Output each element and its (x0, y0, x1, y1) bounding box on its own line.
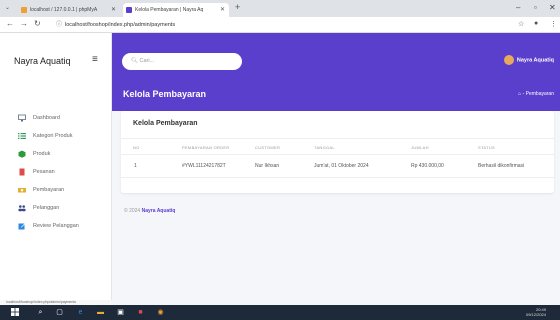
sidebar-item-label: Review Pelanggan (33, 223, 79, 229)
column-header-order: PEMBAYARAN ORDER (182, 145, 230, 150)
sidebar-item-label: Dashboard (33, 115, 60, 121)
payments-card: Kelola Pembayaran NO PEMBAYARAN ORDER CU… (121, 111, 554, 193)
sidebar-item-dashboard[interactable]: Dashboard (0, 110, 112, 128)
browser-tab-kelola-pembayaran[interactable]: Kelola Pembayaran | Nayra Aq ✕ (123, 3, 229, 17)
site-favicon-icon (126, 7, 132, 13)
breadcrumb-current: Pembayaran (525, 91, 554, 97)
home-icon[interactable]: ⌂ (518, 91, 521, 97)
sidebar-item-label: Pelanggan (33, 205, 60, 211)
browser-menu-icon[interactable]: ⋮ (550, 20, 557, 28)
app-icon[interactable]: ■ (136, 308, 145, 317)
reload-icon[interactable]: ↻ (34, 19, 41, 28)
cell-date: Jum'at, 01 Oktober 2024 (314, 163, 369, 169)
breadcrumb: ⌂ - Pembayaran (518, 91, 554, 97)
sidebar-item-label: Kategori Produk (33, 133, 73, 139)
cell-customer: Nur Ikhsan (255, 163, 280, 169)
os-taskbar: ⌕ ▢ e ▬ ▣ ■ ◉ 20:49 09/12/2024 (0, 305, 560, 320)
page-header: Kelola Pembayaran ⌂ - Pembayaran (112, 77, 560, 111)
footer-brand-link[interactable]: Nayra Aquatiq (142, 208, 176, 214)
hamburger-menu-icon[interactable]: ≡ (92, 54, 98, 65)
sidebar-item-kategori-produk[interactable]: Kategori Produk (0, 128, 112, 146)
file-explorer-icon[interactable]: ▬ (96, 308, 105, 317)
top-navbar: 🔍︎ Cari... Nayra Aquatiq (112, 33, 560, 77)
back-icon[interactable]: ← (6, 19, 14, 28)
close-window-icon[interactable]: ✕ (549, 3, 556, 12)
tab-menu-icon[interactable]: ⌄ (5, 4, 10, 11)
user-name: Nayra Aquatiq (516, 57, 554, 64)
site-info-icon[interactable]: ⓘ (56, 22, 62, 28)
bookmark-star-icon[interactable]: ☆ (518, 20, 524, 28)
column-header-customer: CUSTOMER (255, 145, 281, 150)
sidebar-item-label: Pembayaran (33, 187, 65, 193)
browser-tab-strip: ⌄ localhost / 127.0.0.1 | phpMyA ✕ Kelol… (0, 0, 560, 17)
clock-date: 09/12/2024 (525, 312, 546, 317)
sidebar-item-pembayaran[interactable]: Pembayaran (0, 182, 112, 200)
page-title: Kelola Pembayaran (123, 89, 207, 99)
app-icon[interactable]: ▣ (116, 308, 125, 317)
box-icon (18, 150, 26, 158)
profile-icon[interactable]: ● (534, 20, 538, 27)
sidebar-item-produk[interactable]: Produk (0, 146, 112, 164)
tab-label: localhost / 127.0.0.1 | phpMyA (30, 7, 98, 13)
forward-icon[interactable]: → (20, 19, 28, 28)
edge-icon[interactable]: e (76, 308, 85, 317)
column-header-status: STATUS (478, 145, 495, 150)
money-icon (18, 186, 26, 194)
cell-no: 1 (134, 163, 137, 169)
minimize-icon[interactable]: – (516, 3, 520, 12)
divider (121, 154, 554, 155)
windows-start-icon[interactable] (10, 308, 19, 317)
edit-icon (18, 222, 26, 230)
monitor-icon (18, 114, 26, 122)
close-tab-icon[interactable]: ✕ (111, 3, 116, 17)
cell-status: Berhasil dikonfirmasi (478, 163, 525, 169)
tab-label: Kelola Pembayaran | Nayra Aq (135, 7, 204, 13)
column-header-no: NO (133, 145, 140, 150)
users-icon (18, 204, 26, 212)
sidebar-item-review-pelanggan[interactable]: Review Pelanggan (0, 218, 112, 236)
url-text: localhost/fooshop/index.php/admin/paymen… (65, 22, 176, 28)
list-icon (18, 132, 26, 140)
system-tray[interactable]: 20:49 09/12/2024 (526, 307, 546, 317)
close-tab-icon[interactable]: ✕ (220, 3, 225, 17)
sidebar-item-label: Pesanan (33, 169, 55, 175)
sidebar-item-label: Produk (33, 151, 51, 157)
phpmyadmin-favicon-icon (21, 7, 27, 13)
search-icon[interactable]: ⌕ (36, 308, 45, 317)
cell-order: #YWL1112421782T (182, 163, 226, 169)
task-view-icon[interactable]: ▢ (55, 308, 64, 317)
copyright: © 2024 (124, 208, 141, 214)
column-header-date: TANGGAL (314, 145, 335, 150)
sidebar: Nayra Aquatiq ≡ Dashboard Kategori Produ… (0, 33, 112, 303)
url-field[interactable]: ⓘ localhost/fooshop/index.php/admin/payme… (56, 19, 476, 31)
user-menu[interactable]: Nayra Aquatiq (503, 55, 554, 65)
cell-amount: Rp 430.000,00 (411, 163, 444, 169)
new-tab-icon[interactable]: + (235, 2, 240, 12)
chrome-icon[interactable]: ◉ (156, 308, 165, 317)
search-icon: 🔍︎ (131, 58, 138, 64)
search-input[interactable]: 🔍︎ Cari... (122, 53, 242, 70)
address-bar: ← → ↻ ⓘ localhost/fooshop/index.php/admin… (0, 17, 560, 33)
divider (121, 138, 554, 139)
search-placeholder: Cari... (139, 58, 155, 64)
document-icon (18, 168, 26, 176)
column-header-amount: JUMLAH (411, 145, 429, 150)
browser-tab-phpmyadmin[interactable]: localhost / 127.0.0.1 | phpMyA ✕ (18, 3, 120, 17)
sidebar-item-pelanggan[interactable]: Pelanggan (0, 200, 112, 218)
avatar (503, 55, 514, 65)
page-footer: © 2024 Nayra Aquatiq (124, 208, 175, 214)
divider (121, 177, 554, 178)
sidebar-brand[interactable]: Nayra Aquatiq (14, 56, 71, 66)
sidebar-item-pesanan[interactable]: Pesanan (0, 164, 112, 182)
card-title: Kelola Pembayaran (133, 120, 198, 127)
maximize-icon[interactable]: ▫ (534, 3, 537, 12)
